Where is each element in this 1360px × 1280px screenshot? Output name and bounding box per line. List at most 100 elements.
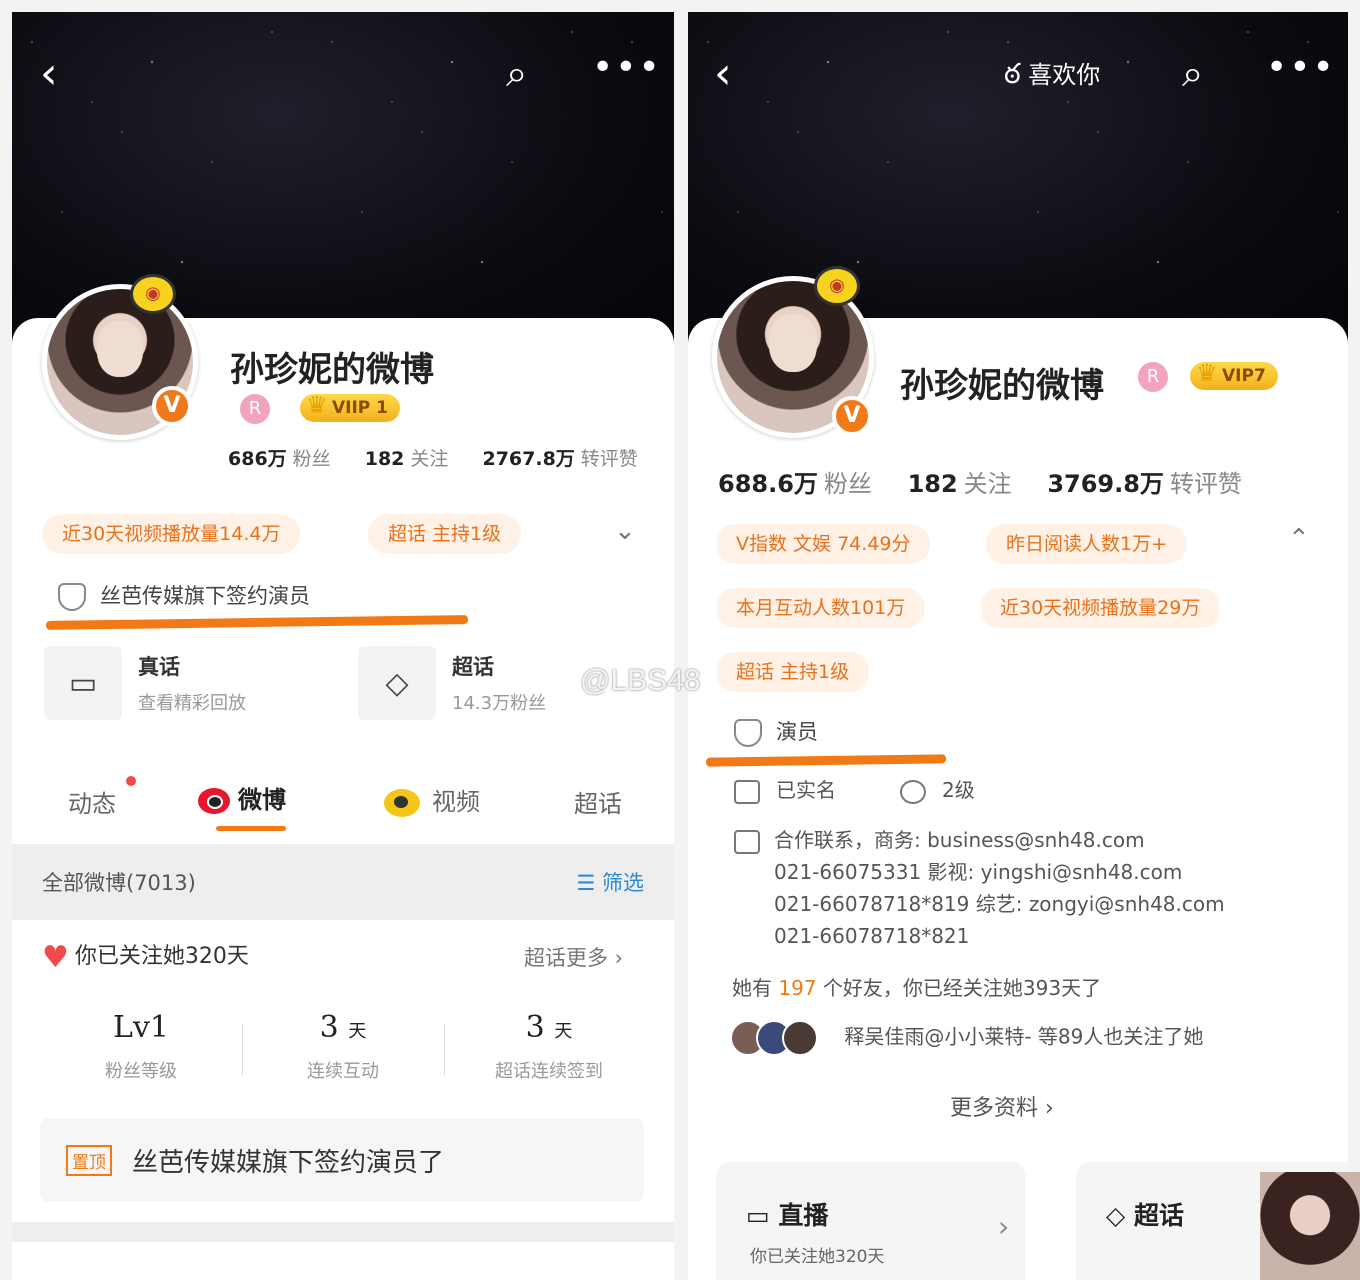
chevron-down-icon[interactable]: ⌄: [614, 516, 636, 546]
like-you-button[interactable]: ఠ 喜欢你: [1004, 60, 1100, 88]
fan-stat-unit: 天: [554, 1021, 573, 1042]
followers-count[interactable]: 686万: [228, 448, 287, 470]
tab-weibo[interactable]: 微博: [198, 780, 286, 815]
contact-line: 合作联系，商务: business@snh48.com: [774, 828, 1145, 852]
level-text: 2级: [942, 778, 975, 802]
vip-badge[interactable]: VIP7: [1190, 359, 1278, 390]
stat-chip[interactable]: 本月互动人数101万: [716, 588, 926, 628]
entry-title: 超话: [452, 655, 494, 679]
common-followers-text: 释吴佳雨@小小莱特- 等89人也关注了她: [844, 1024, 1204, 1049]
reposts-label: 转评赞: [1169, 470, 1242, 498]
stat-chip[interactable]: 近30天视频播放量14.4万: [42, 514, 301, 554]
entry-live[interactable]: ▭ 真话 查看精彩回放: [44, 646, 246, 720]
fan-stat-label: 连续互动: [307, 1061, 379, 1082]
stat-chip[interactable]: V指数 文娱 74.49分: [716, 524, 931, 564]
entry-title: 真话: [138, 655, 180, 679]
tab-video[interactable]: 视频: [384, 782, 480, 817]
avatar-pendant-icon: ◉: [814, 266, 860, 306]
reposts-label: 转评赞: [580, 448, 638, 470]
all-weibo-count: 全部微博(7013): [42, 871, 196, 895]
diamond-icon: ◇: [1106, 1201, 1126, 1230]
level-icon: [900, 779, 926, 804]
chaohua-cover-image: [1260, 1172, 1360, 1280]
live-title: 直播: [778, 1201, 829, 1230]
chaohua-title-wrap: ◇ 超话: [1106, 1196, 1184, 1232]
avatar-pendant-icon: ◉: [130, 274, 176, 314]
tab-weibo-label: 微博: [238, 786, 286, 814]
divider: [242, 1024, 243, 1076]
common-followers[interactable]: 释吴佳雨@小小莱特- 等89人也关注了她: [730, 1020, 1203, 1056]
chevron-up-icon[interactable]: ⌃: [1288, 524, 1310, 554]
entry-sub: 14.3万粉丝: [452, 693, 547, 714]
filter-button[interactable]: ☰ 筛选: [576, 867, 644, 897]
mutual-friends[interactable]: 她有 197 个好友，你已经关注她393天了: [732, 972, 1101, 1001]
pinned-text: 丝芭传媒媒旗下签约演员了: [132, 1147, 445, 1178]
more-icon[interactable]: •••: [1266, 50, 1336, 86]
fan-stat-unit: 天: [348, 1021, 367, 1042]
stat-chip[interactable]: 超话 主持1级: [716, 652, 870, 692]
following-label: 关注: [963, 470, 1012, 498]
shield-icon: [734, 719, 762, 747]
document-icon: [734, 829, 760, 854]
mutual-count: 197: [778, 976, 817, 1000]
back-icon[interactable]: ‹: [40, 52, 58, 96]
verify-text: 演员: [776, 720, 818, 744]
fan-stat: 3 天超话连续签到: [464, 1010, 634, 1083]
section-gap: [12, 1222, 674, 1242]
pink-badge-icon[interactable]: R: [1138, 362, 1168, 392]
follow-days-text: 你已关注她320天: [74, 944, 249, 969]
vip-badge[interactable]: VIIP 1: [300, 391, 401, 422]
fan-stat: 3 天连续互动: [268, 1010, 418, 1083]
pinned-post[interactable]: 置顶 丝芭传媒媒旗下签约演员了: [40, 1118, 644, 1202]
more-chaohua-link[interactable]: 超话更多 ›: [524, 942, 623, 972]
following-label: 关注: [410, 448, 449, 470]
filter-label: 筛选: [602, 871, 644, 895]
search-icon[interactable]: ⌕: [506, 54, 527, 92]
chevron-right-icon: ›: [998, 1210, 1010, 1243]
mutual-prefix: 她有: [732, 976, 772, 1000]
left-profile-screen: ‹ ⌕ ••• ◉ V 孙珍妮的微博 R VIIP 1 686万粉丝 182关注…: [12, 12, 674, 1280]
tab-chaohua[interactable]: 超话: [574, 784, 622, 819]
user-name: 孙珍妮的微博: [900, 366, 1104, 406]
fan-stat-value: 3: [319, 1010, 339, 1045]
id-card-icon: [734, 779, 760, 804]
like-icon: ఠ: [1004, 57, 1021, 90]
fan-stat-label: 超话连续签到: [495, 1061, 603, 1082]
like-label: 喜欢你: [1028, 61, 1101, 89]
stat-chip[interactable]: 近30天视频播放量29万: [980, 588, 1221, 628]
search-icon[interactable]: ⌕: [1182, 54, 1203, 92]
level-info[interactable]: 2级: [900, 774, 975, 804]
stat-chip[interactable]: 超话 主持1级: [368, 514, 522, 554]
verify-info: 演员: [734, 716, 818, 747]
live-sub: 你已关注她320天: [750, 1247, 885, 1267]
profile-stats: 688.6万 粉丝 182 关注 3769.8万 转评赞: [718, 464, 1242, 499]
live-title-wrap: ▭ 直播: [746, 1196, 828, 1232]
profile-stats: 686万 粉丝 182 关注 2767.8万 转评赞: [228, 444, 638, 471]
more-info-link[interactable]: 更多资料 ›: [950, 1090, 1054, 1122]
following-count[interactable]: 182: [908, 470, 958, 498]
more-icon[interactable]: •••: [592, 50, 662, 86]
followers-label: 粉丝: [292, 448, 331, 470]
back-icon[interactable]: ‹: [714, 52, 732, 96]
chaohua-title: 超话: [1133, 1201, 1184, 1230]
entry-chaohua[interactable]: ◇ 超话 14.3万粉丝: [358, 646, 546, 720]
tab-dynamic[interactable]: 动态: [68, 784, 116, 819]
filter-bar: 全部微博(7013) ☰ 筛选: [12, 844, 674, 920]
more-info-label: 更多资料: [950, 1096, 1039, 1121]
tv-icon: ▭: [746, 1201, 770, 1230]
verify-info: 丝芭传媒旗下签约演员: [58, 580, 310, 611]
reposts-count: 3769.8万: [1047, 470, 1164, 498]
weibo-icon: [198, 788, 230, 814]
active-tab-indicator: [216, 826, 286, 831]
contact-line: 021-66078718*819 综艺: zongyi@snh48.com: [774, 892, 1225, 916]
heart-icon: ♥: [42, 939, 69, 975]
real-name-text: 已实名: [776, 778, 836, 802]
following-count[interactable]: 182: [365, 448, 405, 470]
followers-count[interactable]: 688.6万: [718, 470, 818, 498]
live-card[interactable]: ▭ 直播 你已关注她320天 ›: [716, 1162, 1026, 1280]
pink-badge-icon[interactable]: R: [240, 394, 270, 424]
stat-chip[interactable]: 昨日阅读人数1万+: [986, 524, 1188, 564]
avatar: [782, 1020, 818, 1056]
verified-v-icon: V: [152, 386, 192, 426]
pinned-tag: 置顶: [66, 1144, 112, 1176]
